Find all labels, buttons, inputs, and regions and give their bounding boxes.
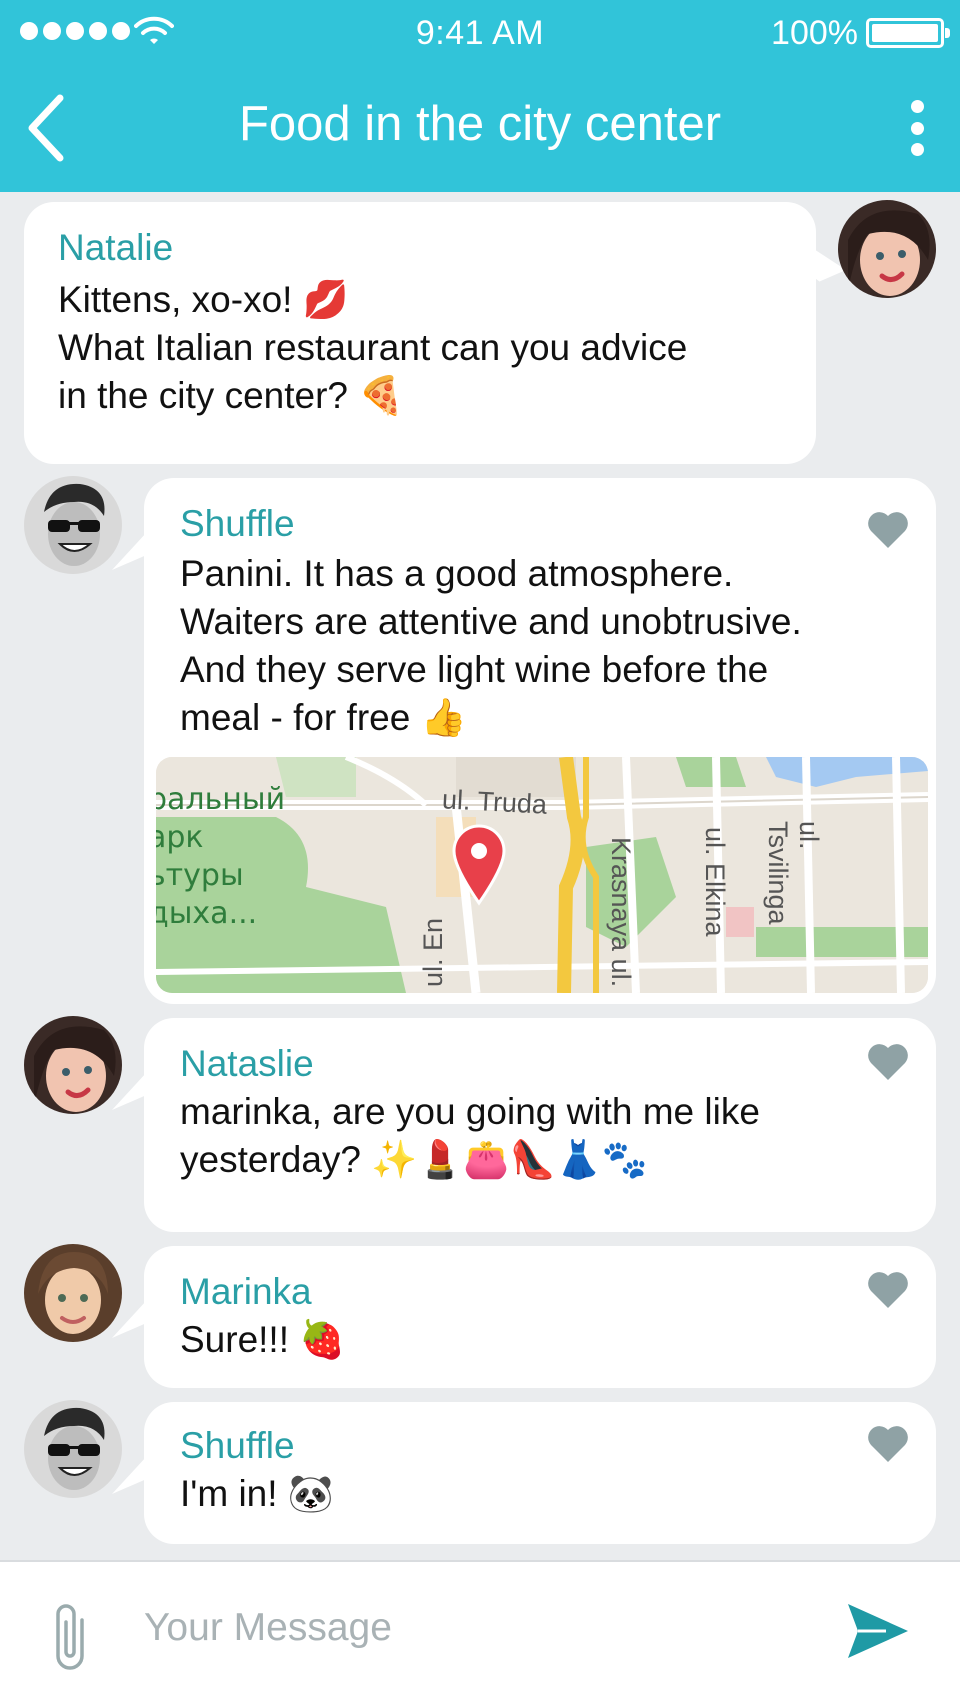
message-bubble: Shuffle I'm in! 🐼 [144,1402,936,1544]
sender-name: Marinka [180,1271,312,1312]
map-park-line: дыха... [156,896,258,931]
sender-name: Natalie [58,227,174,268]
map-park-label: ральный арк ьтуры дыха... [156,781,285,933]
street-label-elkina: ul. Elkina [700,827,730,937]
message-composer [0,1560,960,1704]
message-bubble: Nataslie marinka, are you going with me … [144,1018,936,1232]
heart-icon[interactable] [866,1042,910,1082]
message-bubble: Shuffle Panini. It has a good atmosphere… [144,478,936,1004]
message-text: Kittens, xo-xo! 💋 What Italian restauran… [58,279,688,416]
street-label-tsvilinga: ul. Tsvilinga [763,821,824,925]
app-header: 9:41 AM 100% Food in the city center [0,0,960,192]
message-bubble: Marinka Sure!!! 🍓 [144,1246,936,1388]
more-vertical-icon [910,100,924,113]
sender-name: Shuffle [180,1425,295,1466]
message-input[interactable] [144,1598,794,1658]
sender-name: Shuffle [180,503,295,544]
street-label-en: ul. En [418,917,448,987]
sender-name: Nataslie [180,1043,314,1084]
chat-title: Food in the city center [238,97,722,151]
message-text: Panini. It has a good atmosphere. Waiter… [180,553,802,738]
message-bubble: Natalie Kittens, xo-xo! 💋 What Italian r… [24,202,816,464]
message-text: marinka, are you going with me like yest… [180,1091,760,1180]
avatar-natalie[interactable] [838,200,936,298]
send-icon[interactable] [846,1602,910,1660]
more-options-button[interactable] [902,100,932,156]
message-text: Sure!!! 🍓 [180,1319,346,1360]
paperclip-icon[interactable] [52,1600,92,1672]
avatar-nataslie[interactable] [24,1016,122,1114]
map-park-line: ральный [156,782,286,817]
location-map[interactable]: ральный арк ьтуры дыха... ul. Truda ul. … [156,757,928,993]
avatar-marinka[interactable] [24,1244,122,1342]
heart-icon[interactable] [866,1270,910,1310]
status-bar: 9:41 AM 100% [0,0,960,70]
avatar-shuffle[interactable] [24,1400,122,1498]
battery-percentage: 100% [771,14,858,52]
map-park-line: ьтуры [156,858,244,893]
map-park-line: арк [156,820,204,855]
message-text: I'm in! 🐼 [180,1473,334,1514]
street-label-truda: ul. Truda [441,784,548,820]
battery-icon [866,18,950,48]
avatar-shuffle[interactable] [24,476,122,574]
street-label-krasnaya: Krasnaya ul. [606,837,636,988]
heart-icon[interactable] [866,1424,910,1464]
heart-icon[interactable] [866,510,910,550]
